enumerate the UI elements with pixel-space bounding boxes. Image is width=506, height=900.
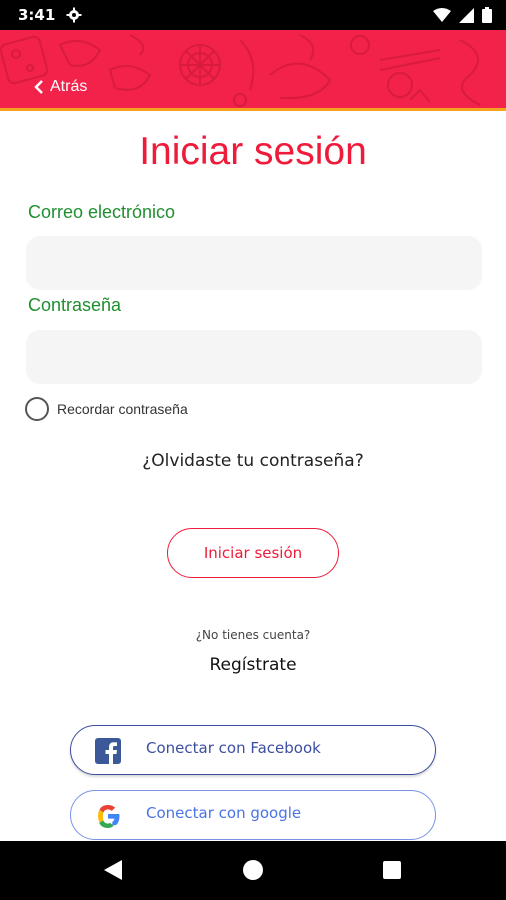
back-button[interactable]: Atrás	[34, 78, 87, 96]
email-field[interactable]	[26, 236, 482, 290]
food-pattern-decoration	[0, 34, 481, 107]
register-link[interactable]: Regístrate	[0, 655, 506, 675]
password-label: Contraseña	[28, 295, 122, 315]
page-title: Iniciar sesión	[139, 130, 367, 173]
gear-icon	[66, 7, 82, 23]
login-button[interactable]: Iniciar sesión	[167, 528, 339, 578]
facebook-login-button[interactable]: Conectar con Facebook	[70, 725, 436, 775]
google-login-button[interactable]: Conectar con google	[70, 790, 436, 840]
signal-icon	[459, 7, 474, 23]
nav-home-icon[interactable]	[243, 860, 263, 880]
facebook-label: Conectar con Facebook	[146, 739, 321, 757]
remember-radio[interactable]	[25, 397, 49, 421]
status-icons	[433, 7, 492, 23]
status-bar: 3:41	[0, 0, 506, 30]
chevron-left-icon	[34, 80, 43, 94]
no-account-prompt: ¿No tienes cuenta?	[195, 628, 311, 642]
remember-password-option[interactable]: Recordar contraseña	[25, 397, 188, 421]
header-banner: Atrás	[0, 30, 506, 110]
battery-icon	[482, 7, 492, 23]
status-time: 3:41	[18, 6, 56, 24]
google-label: Conectar con google	[146, 804, 302, 822]
back-label: Atrás	[50, 78, 88, 95]
nav-back-icon[interactable]	[104, 860, 122, 880]
nav-recents-icon[interactable]	[383, 861, 401, 879]
google-icon	[98, 805, 120, 828]
navigation-bar	[0, 841, 506, 900]
wifi-icon	[433, 7, 451, 22]
email-label: Correo electrónico	[28, 202, 176, 222]
facebook-icon	[95, 738, 121, 764]
password-field[interactable]	[26, 330, 482, 384]
header-stripe	[0, 108, 506, 111]
remember-label: Recordar contraseña	[57, 401, 188, 417]
forgot-password-link[interactable]: ¿Olvidaste tu contraseña?	[0, 451, 506, 471]
